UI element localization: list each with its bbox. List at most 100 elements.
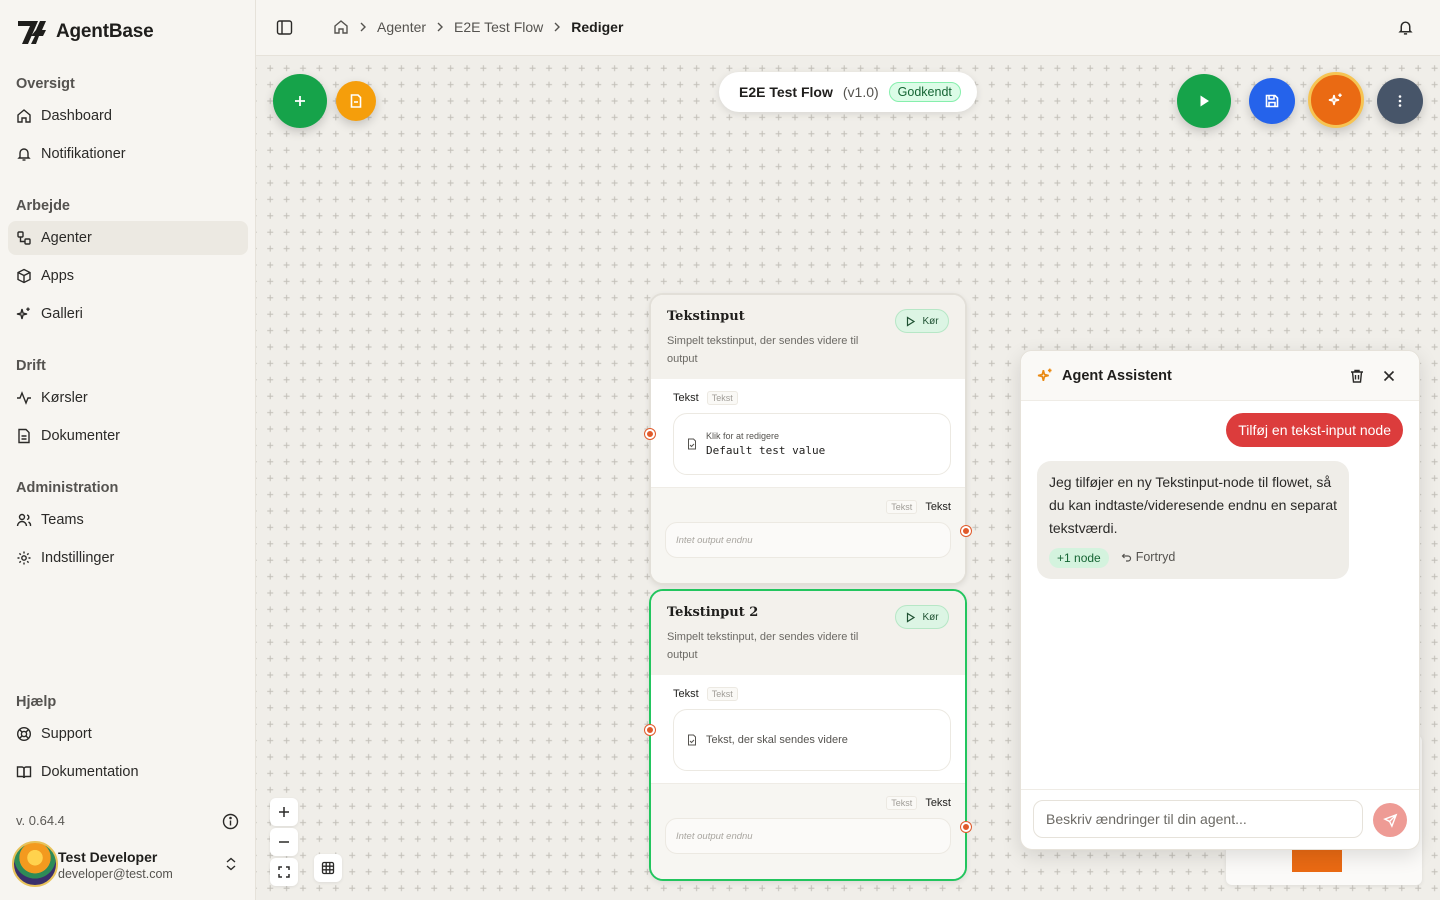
home-icon [17,109,31,123]
output-label: Tekst Tekst [665,500,951,514]
flow-node[interactable]: Tekstinput Simpelt tekstinput, der sende… [645,293,971,585]
output-label-text: Tekst [925,797,951,809]
output-handle[interactable] [961,822,971,832]
sidebar-item-settings[interactable]: Indstillinger [8,541,248,575]
chevron-right-icon [360,22,366,32]
save-icon [1265,94,1279,108]
undo-button[interactable]: Fortryd [1121,546,1175,569]
text-input-field[interactable]: Tekst, der skal sendes videre [673,709,951,771]
node-header: Tekstinput Simpelt tekstinput, der sende… [651,295,965,379]
assistant-input-area [1021,789,1419,849]
output-box: Intet output endnu [665,522,951,558]
output-handle[interactable] [961,526,971,536]
sidebar-item-gallery[interactable]: Galleri [8,297,248,331]
file-button[interactable] [336,81,376,121]
activity-icon [17,391,31,405]
nav-heading: Hjælp [16,694,57,710]
sparkles-icon [1037,368,1052,382]
avatar [12,841,58,887]
node-description: Simpelt tekstinput, der sendes videre ti… [667,631,859,661]
brand-name: AgentBase [56,21,154,42]
user-message: Tilføj en tekst-input node [1226,413,1403,447]
sidebar-item-label: Notifikationer [41,146,126,162]
zoom-in-button[interactable] [270,798,298,826]
sidebar-item-agents[interactable]: Agenter [8,221,248,255]
input-value: Default test value [706,444,826,457]
user-email: developer@test.com [58,867,173,881]
app-version: v. 0.64.4 [16,813,65,828]
sidebar-item-label: Teams [41,512,84,528]
node-change-badge: +1 node [1049,547,1109,568]
user-info: Test Developer developer@test.com [58,849,173,881]
fit-view-button[interactable] [270,858,298,886]
run-node-button[interactable]: Kør [895,309,949,333]
sparkles-icon [16,307,30,320]
agent-assistant-panel: Agent Assistent Tilføj en tekst-input no… [1020,350,1420,850]
message-actions: +1 node Fortryd [1049,546,1337,569]
workflow-icon [17,231,31,245]
flow-node-selected[interactable]: Tekstinput 2 Simpelt tekstinput, der sen… [645,589,971,881]
home-icon[interactable] [333,19,349,35]
run-label: Kør [922,611,939,623]
sidebar-item-label: Galleri [41,306,83,322]
breadcrumb-agents[interactable]: Agenter [377,19,426,35]
fullscreen-icon [278,866,290,878]
sidebar-item-teams[interactable]: Teams [8,503,248,537]
assistant-input[interactable] [1033,800,1363,838]
input-handle[interactable] [645,429,655,439]
run-node-button[interactable]: Kør [895,605,949,629]
user-menu[interactable]: Test Developer developer@test.com [12,840,248,888]
grid-toggle-button[interactable] [314,854,342,882]
breadcrumb: Agenter E2E Test Flow Rediger [333,19,623,35]
input-label-text: Tekst [673,392,699,404]
send-button[interactable] [1373,803,1407,837]
ai-assistant-button[interactable] [1308,72,1364,128]
output-label: Tekst Tekst [665,796,951,810]
add-node-button[interactable] [273,74,327,128]
sparkles-icon [1328,93,1342,106]
nav-heading: Administration [16,480,119,496]
user-name: Test Developer [58,849,158,865]
sidebar-toggle-icon[interactable] [276,19,293,36]
zoom-out-button[interactable] [270,828,298,856]
sidebar-item-documentation[interactable]: Dokumentation [8,755,248,789]
minus-icon [279,841,289,843]
plus-icon [295,96,305,106]
flow-name: E2E Test Flow [739,84,833,100]
save-button[interactable] [1249,78,1295,124]
text-input-field[interactable]: Klik for at redigere Default test value [673,413,951,475]
file-icon [350,94,362,108]
play-icon [907,611,916,623]
bell-icon[interactable] [1397,19,1414,36]
nav-heading: Oversigt [16,76,75,92]
sidebar-item-notifications[interactable]: Notifikationer [8,137,248,171]
sidebar-item-label: Support [41,726,92,742]
info-icon[interactable] [222,813,239,830]
brand[interactable]: AgentBase [16,18,154,46]
trash-icon[interactable] [1349,368,1365,384]
nav-heading: Arbejde [16,198,70,214]
users-icon [16,513,32,527]
breadcrumb-flow[interactable]: E2E Test Flow [454,19,543,35]
sidebar-item-label: Apps [41,268,75,284]
sidebar-item-apps[interactable]: Apps [8,259,248,293]
node-description: Simpelt tekstinput, der sendes videre ti… [667,335,859,365]
input-handle[interactable] [645,725,655,735]
sidebar-item-label: Kørsler [41,390,88,406]
sidebar-item-documents[interactable]: Dokumenter [8,419,248,453]
chevron-right-icon [437,22,444,32]
plus-icon [279,807,289,817]
nav-section-overview: Oversigt Dashboard Notifikationer [8,73,248,171]
document-icon [688,734,696,746]
sidebar-item-dashboard[interactable]: Dashboard [8,99,248,133]
nav-section-work: Arbejde Agenter Apps Galleri [8,195,248,331]
close-icon[interactable] [1381,368,1397,384]
node-input-section: Tekst Tekst Klik for at redigere Default… [645,379,965,487]
more-options-button[interactable] [1377,78,1423,124]
sidebar-item-support[interactable]: Support [8,717,248,751]
sidebar: AgentBase Oversigt Dashboard Notifikatio… [0,0,256,900]
run-flow-button[interactable] [1177,74,1231,128]
type-tag: Tekst [886,796,918,810]
sidebar-item-runs[interactable]: Kørsler [8,381,248,415]
assistant-message: Jeg tilføjer en ny Tekstinput-node til f… [1037,461,1349,579]
